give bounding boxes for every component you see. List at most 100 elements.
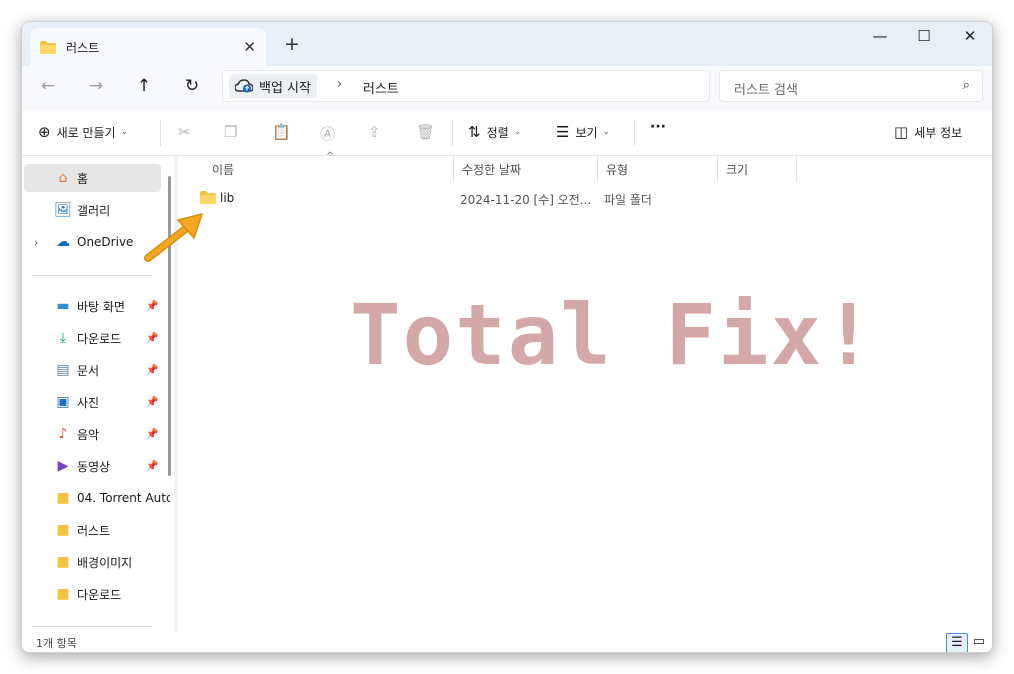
delete-button[interactable]: 🗑 bbox=[416, 123, 441, 141]
desktop-icon: ▬ bbox=[56, 298, 70, 314]
command-bar: ⊕ 새로 만들기 ⌄ ✂ ❐ 📋 Ⓐ ⇪ 🗑 ⇅ 정렬 ⌄ ☰ 보기 ⌄ ···… bbox=[22, 110, 992, 156]
sidebar-item-videos[interactable]: ▶ 동영상 📌 bbox=[22, 452, 170, 480]
sidebar-item-label: 홈 bbox=[77, 171, 89, 186]
share-button[interactable]: ⇪ bbox=[368, 123, 387, 141]
chevron-down-icon: ⌄ bbox=[120, 127, 129, 137]
copy-icon: ❐ bbox=[224, 123, 238, 141]
rename-icon: Ⓐ bbox=[320, 125, 336, 143]
sidebar-item-label: 다운로드 bbox=[77, 331, 122, 346]
rename-button[interactable]: Ⓐ bbox=[320, 123, 341, 144]
tiles-view-icon[interactable]: ▭ bbox=[968, 633, 990, 652]
file-type: 파일 폴더 bbox=[604, 193, 652, 207]
item-count: 1개 항목 bbox=[36, 637, 77, 650]
column-header-label: 유형 bbox=[606, 162, 629, 177]
sidebar-item-music[interactable]: ♪ 음악 📌 bbox=[22, 420, 170, 448]
up-button[interactable]: ↑ bbox=[132, 76, 156, 96]
sidebar-item-folder[interactable]: ■ 다운로드 bbox=[22, 580, 170, 608]
details-pane-button[interactable]: ◫ 세부 정보 bbox=[894, 123, 962, 141]
column-header-name[interactable]: 이름 bbox=[204, 156, 454, 182]
sidebar-item-folder[interactable]: ■ 배경이미지 bbox=[22, 548, 170, 576]
tab-title: 러스트 bbox=[66, 40, 100, 55]
folder-icon bbox=[200, 191, 216, 204]
watermark-text: Total Fix! bbox=[350, 286, 876, 384]
sidebar-item-label: OneDrive bbox=[77, 235, 134, 249]
new-tab-button[interactable]: + bbox=[284, 33, 300, 55]
view-button[interactable]: ☰ 보기 ⌄ bbox=[556, 123, 610, 141]
music-icon: ♪ bbox=[58, 426, 68, 442]
column-header-modified[interactable]: 수정한 날짜 bbox=[453, 156, 597, 182]
chevron-down-icon: ⌄ bbox=[513, 127, 522, 137]
back-button[interactable]: ← bbox=[36, 76, 60, 96]
sidebar-item-label: 다운로드 bbox=[77, 587, 122, 602]
sidebar-item-home[interactable]: ⌂ 홈 bbox=[24, 164, 161, 192]
sidebar-item-documents[interactable]: ▤ 문서 📌 bbox=[22, 356, 170, 384]
breadcrumb-current[interactable]: 러스트 bbox=[363, 78, 399, 97]
sidebar-item-folder[interactable]: ■ 러스트 bbox=[22, 516, 170, 544]
share-icon: ⇪ bbox=[368, 123, 381, 141]
file-name: lib bbox=[220, 191, 235, 205]
details-view-icon[interactable]: ☰ bbox=[946, 633, 968, 652]
sidebar-item-downloads[interactable]: ⤓ 다운로드 📌 bbox=[22, 324, 170, 352]
document-icon: ▤ bbox=[56, 362, 70, 378]
file-list: ^ 이름 수정한 날짜 유형 크기 lib 2024-11-20 [수] 오전.… bbox=[178, 151, 992, 631]
sort-icon: ⇅ bbox=[468, 123, 481, 141]
sidebar-item-label: 사진 bbox=[77, 395, 100, 410]
column-header-type[interactable]: 유형 bbox=[597, 156, 717, 182]
pin-icon[interactable]: 📌 bbox=[146, 461, 158, 472]
pin-icon[interactable]: 📌 bbox=[146, 397, 158, 408]
chevron-right-icon[interactable]: › bbox=[34, 236, 38, 249]
search-input[interactable]: 러스트 검색 ⌕ bbox=[719, 70, 983, 102]
pin-icon[interactable]: 📌 bbox=[146, 429, 158, 440]
tab-current[interactable]: 러스트 ✕ bbox=[30, 28, 266, 66]
more-options-button[interactable]: ··· bbox=[650, 119, 666, 135]
details-pane-label: 세부 정보 bbox=[914, 125, 963, 140]
details-pane-icon: ◫ bbox=[894, 123, 909, 141]
maximize-button[interactable]: ☐ bbox=[904, 26, 944, 46]
sidebar-item-folder[interactable]: ■ 04. Torrent Auto bbox=[22, 484, 170, 512]
chevron-down-icon: ⌄ bbox=[602, 127, 611, 137]
folder-icon: ■ bbox=[56, 522, 70, 538]
sidebar-item-label: 바탕 화면 bbox=[77, 299, 125, 314]
sidebar-item-label: 동영상 bbox=[77, 459, 111, 474]
tab-close-icon[interactable]: ✕ bbox=[243, 38, 256, 56]
sort-button-label: 정렬 bbox=[486, 125, 509, 140]
pin-icon[interactable]: 📌 bbox=[146, 301, 158, 312]
sidebar-divider bbox=[32, 626, 152, 627]
pin-icon[interactable]: 📌 bbox=[146, 365, 158, 376]
refresh-button[interactable]: ↻ bbox=[180, 76, 204, 96]
paste-button[interactable]: 📋 bbox=[272, 123, 297, 141]
breadcrumb-root-label: 백업 시작 bbox=[259, 80, 311, 96]
sidebar-divider bbox=[32, 275, 152, 276]
pictures-icon: ▣ bbox=[56, 394, 70, 410]
folder-icon: ■ bbox=[56, 490, 70, 506]
close-window-button[interactable]: ✕ bbox=[950, 26, 990, 46]
cloud-backup-icon bbox=[235, 79, 253, 93]
folder-icon bbox=[40, 40, 56, 54]
copy-button[interactable]: ❐ bbox=[224, 123, 243, 141]
breadcrumb-root[interactable]: 백업 시작 bbox=[229, 74, 317, 98]
pin-icon[interactable]: 📌 bbox=[146, 333, 158, 344]
sidebar-item-pictures[interactable]: ▣ 사진 📌 bbox=[22, 388, 170, 416]
folder-icon: ■ bbox=[56, 586, 70, 602]
view-list-icon: ☰ bbox=[556, 123, 570, 141]
file-modified: 2024-11-20 [수] 오전... bbox=[460, 193, 592, 207]
cut-button[interactable]: ✂ bbox=[178, 123, 197, 141]
forward-button[interactable]: → bbox=[84, 76, 108, 96]
new-button-label: 새로 만들기 bbox=[56, 125, 116, 140]
sidebar-item-desktop[interactable]: ▬ 바탕 화면 📌 bbox=[22, 292, 170, 320]
sort-button[interactable]: ⇅ 정렬 ⌄ bbox=[468, 123, 521, 141]
gallery-icon: 🖼 bbox=[54, 202, 72, 218]
home-icon: ⌂ bbox=[58, 170, 68, 186]
new-button[interactable]: ⊕ 새로 만들기 ⌄ bbox=[38, 123, 128, 141]
file-explorer-window: 러스트 ✕ + — ☐ ✕ ← → ↑ ↻ 백업 시작 › 러스트 러스트 검색 bbox=[21, 21, 993, 653]
breadcrumb-separator-icon[interactable]: › bbox=[337, 77, 342, 92]
column-header-size[interactable]: 크기 bbox=[717, 156, 797, 182]
address-bar[interactable]: 백업 시작 › 러스트 bbox=[222, 70, 710, 102]
minimize-button[interactable]: — bbox=[860, 26, 900, 46]
separator bbox=[634, 120, 635, 146]
annotation-arrow bbox=[144, 212, 204, 262]
table-row[interactable]: lib 2024-11-20 [수] 오전... 파일 폴더 bbox=[178, 186, 992, 210]
sidebar-item-label: 갤러리 bbox=[77, 203, 111, 218]
scissors-icon: ✂ bbox=[178, 123, 191, 141]
column-header-label: 수정한 날짜 bbox=[462, 162, 522, 177]
